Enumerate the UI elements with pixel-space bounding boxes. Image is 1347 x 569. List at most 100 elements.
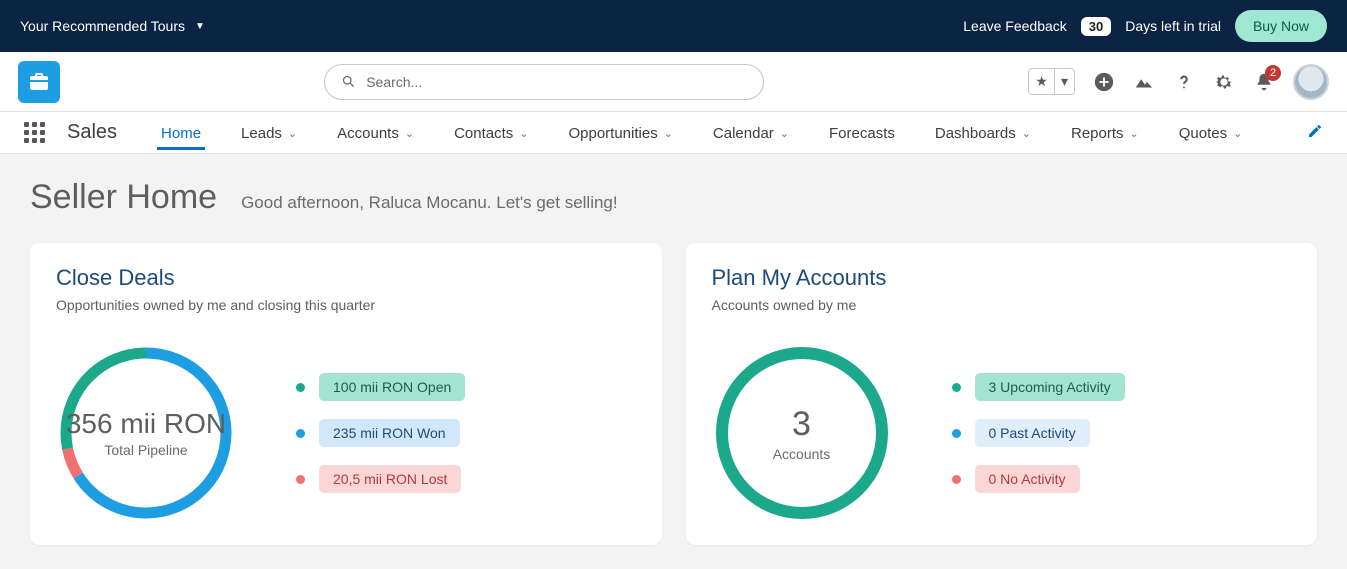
nav-item-opportunities[interactable]: Opportunities ⌄ [564,115,676,150]
user-avatar[interactable] [1293,64,1329,100]
legend-dot [296,475,305,484]
chevron-down-icon: ⌄ [1130,127,1139,140]
plan-accounts-card: Plan My Accounts Accounts owned by me 3 … [686,243,1318,545]
legend-dot [296,383,305,392]
page-title: Seller Home [30,178,217,217]
global-header: Search... ★ ▾ 2 [0,52,1347,112]
notification-count: 2 [1265,65,1281,81]
nav-item-label: Opportunities [568,125,657,142]
app-logo[interactable] [18,61,60,103]
pipeline-total: 356 mii RON [66,408,226,440]
card-subtitle: Opportunities owned by me and closing th… [56,297,636,313]
nav-item-reports[interactable]: Reports ⌄ [1067,115,1143,150]
app-name: Sales [67,121,117,144]
pipeline-donut-chart: 356 mii RON Total Pipeline [56,343,236,523]
legend-row: 20,5 mii RON Lost [296,465,465,493]
card-title: Close Deals [56,265,636,291]
legend-pill[interactable]: 20,5 mii RON Lost [319,465,461,493]
nav-item-leads[interactable]: Leads ⌄ [237,115,301,150]
favorites-menu[interactable]: ★ ▾ [1028,68,1075,95]
question-icon [1173,71,1195,93]
nav-item-contacts[interactable]: Contacts ⌄ [450,115,532,150]
nav-item-accounts[interactable]: Accounts ⌄ [333,115,418,150]
notifications-button[interactable]: 2 [1253,71,1275,93]
accounts-total: 3 [792,405,811,444]
trailhead-icon [1133,71,1155,93]
nav-item-label: Home [161,125,201,142]
legend-pill[interactable]: 100 mii RON Open [319,373,465,401]
deals-legend: 100 mii RON Open 235 mii RON Won 20,5 mii … [296,373,465,493]
nav-item-label: Calendar [713,125,774,142]
page-title-row: Seller Home Good afternoon, Raluca Mocan… [30,178,1317,217]
pencil-icon [1307,123,1323,139]
legend-row: 0 Past Activity [952,419,1125,447]
gear-icon [1213,71,1235,93]
nav-item-label: Quotes [1179,125,1227,142]
search-icon [341,74,356,89]
app-nav: Sales HomeLeads⌄Accounts⌄Contacts⌄Opport… [0,112,1347,154]
trial-bar: Your Recommended Tours ▼ Leave Feedback … [0,0,1347,52]
accounts-legend: 3 Upcoming Activity 0 Past Activity 0 No A… [952,373,1125,493]
nav-item-calendar[interactable]: Calendar ⌄ [709,115,793,150]
chevron-down-icon: ⌄ [519,127,528,140]
briefcase-icon [27,70,51,94]
plus-icon [1093,71,1115,93]
recommended-tours-dropdown[interactable]: Your Recommended Tours ▼ [20,18,205,34]
legend-dot [952,429,961,438]
nav-item-forecasts[interactable]: Forecasts [825,115,899,150]
nav-item-label: Contacts [454,125,513,142]
chevron-down-icon: ⌄ [288,127,297,140]
nav-item-label: Leads [241,125,282,142]
nav-item-dashboards[interactable]: Dashboards ⌄ [931,115,1035,150]
days-left-badge: 30 [1081,17,1111,36]
card-subtitle: Accounts owned by me [712,297,1292,313]
legend-row: 235 mii RON Won [296,419,465,447]
nav-item-quotes[interactable]: Quotes ⌄ [1175,115,1247,150]
leave-feedback-link[interactable]: Leave Feedback [963,18,1067,34]
legend-pill[interactable]: 235 mii RON Won [319,419,460,447]
recommended-tours-label: Your Recommended Tours [20,18,185,34]
help-button[interactable] [1173,71,1195,93]
nav-item-label: Accounts [337,125,399,142]
search-placeholder: Search... [366,74,422,90]
global-create-button[interactable] [1093,71,1115,93]
salesforce-help-button[interactable] [1133,71,1155,93]
chevron-down-icon: ▾ [1054,69,1074,94]
nav-item-label: Dashboards [935,125,1016,142]
legend-pill[interactable]: 0 No Activity [975,465,1080,493]
setup-button[interactable] [1213,71,1235,93]
page-subtitle: Good afternoon, Raluca Mocanu. Let's get… [241,193,618,213]
legend-dot [296,429,305,438]
pipeline-total-label: Total Pipeline [104,442,187,458]
chevron-down-icon: ⌄ [1022,127,1031,140]
legend-row: 3 Upcoming Activity [952,373,1125,401]
chevron-down-icon: ⌄ [405,127,414,140]
chevron-down-icon: ⌄ [1233,127,1242,140]
chevron-down-icon: ⌄ [780,127,789,140]
legend-pill[interactable]: 3 Upcoming Activity [975,373,1125,401]
nav-item-label: Reports [1071,125,1124,142]
cards-row: Close Deals Opportunities owned by me an… [30,243,1317,545]
accounts-donut-chart: 3 Accounts [712,343,892,523]
star-icon: ★ [1029,69,1054,94]
nav-item-label: Forecasts [829,125,895,142]
legend-pill[interactable]: 0 Past Activity [975,419,1090,447]
search-input[interactable]: Search... [324,64,764,100]
nav-item-home[interactable]: Home [157,115,205,150]
legend-dot [952,475,961,484]
chevron-down-icon: ▼ [195,21,205,32]
legend-row: 0 No Activity [952,465,1125,493]
buy-now-button[interactable]: Buy Now [1235,10,1327,42]
chevron-down-icon: ⌄ [664,127,673,140]
edit-nav-button[interactable] [1307,123,1323,143]
accounts-total-label: Accounts [773,446,831,462]
legend-dot [952,383,961,392]
app-launcher-button[interactable] [24,122,45,143]
header-icons: ★ ▾ 2 [1028,64,1329,100]
days-left-label: Days left in trial [1125,18,1221,34]
legend-row: 100 mii RON Open [296,373,465,401]
close-deals-card: Close Deals Opportunities owned by me an… [30,243,662,545]
search-wrap: Search... [70,64,1018,100]
card-title: Plan My Accounts [712,265,1292,291]
page-body: Seller Home Good afternoon, Raluca Mocan… [0,154,1347,569]
